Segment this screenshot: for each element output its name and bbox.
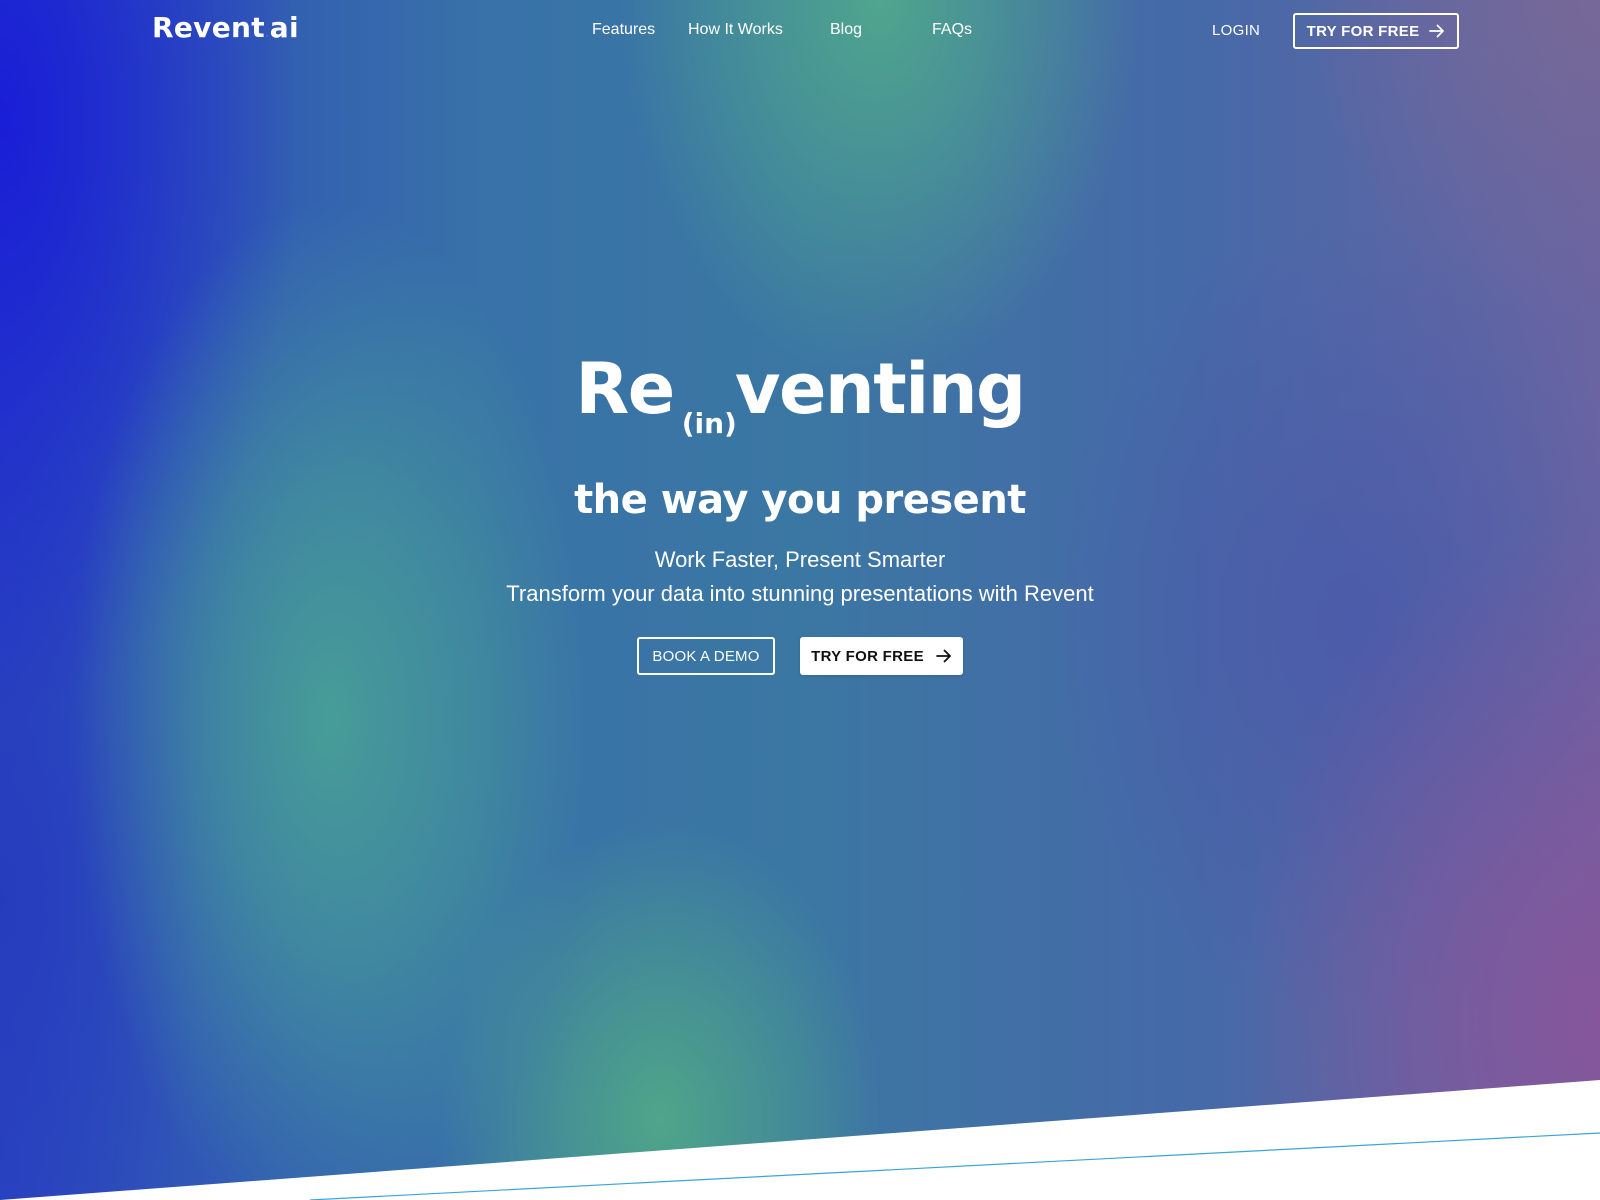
nav-link-faqs[interactable]: FAQs [932, 21, 972, 39]
hero-try-label: TRY FOR FREE [811, 647, 924, 665]
hero-tagline-secondary: Transform your data into stunning presen… [506, 581, 1094, 606]
nav-link-blog[interactable]: Blog [830, 21, 862, 39]
hero-buttons: BOOK A DEMO TRY FOR FREE [0, 637, 1600, 675]
nav-link-how-it-works[interactable]: How It Works [688, 21, 783, 39]
hero-try-for-free-button[interactable]: TRY FOR FREE [800, 637, 963, 675]
nav-cta-label: TRY FOR FREE [1306, 22, 1420, 40]
hero-subheadline: the way you present [574, 477, 1026, 523]
hero-section: Revent.ai Features How It Works Blog FAQ… [0, 0, 1600, 1200]
headline-prefix: Re [575, 348, 675, 430]
book-demo-button[interactable]: BOOK A DEMO [637, 637, 775, 675]
headline-suffix: venting [734, 348, 1026, 430]
nav-link-features[interactable]: Features [592, 21, 655, 39]
nav-try-for-free-button[interactable]: TRY FOR FREE [1293, 13, 1459, 49]
arrow-right-icon [1429, 24, 1445, 38]
top-navbar: Revent.ai Features How It Works Blog FAQ… [0, 0, 1600, 64]
hero-tagline-primary: Work Faster, Present Smarter [654, 547, 946, 572]
login-link[interactable]: LOGIN [1212, 22, 1260, 39]
hero-headline: Re (in)venting [0, 344, 1600, 449]
arrow-right-icon [935, 649, 951, 663]
headline-inline: (in) [681, 407, 737, 440]
